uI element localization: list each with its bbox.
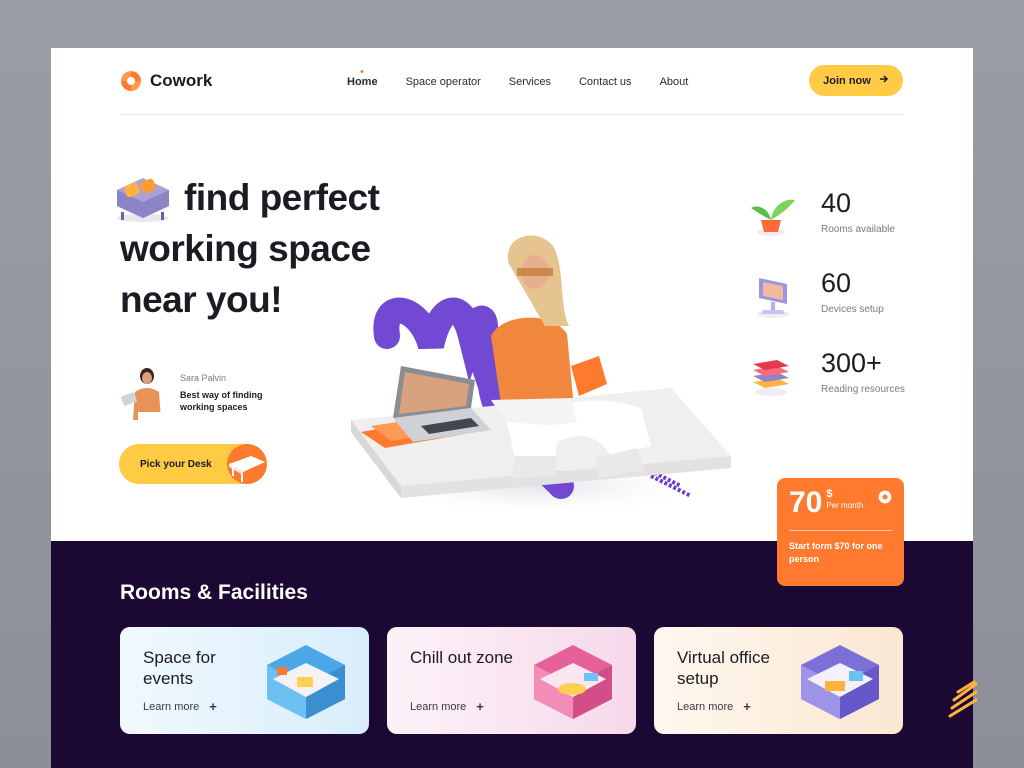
arrow-right-icon: [879, 74, 889, 87]
testimonial-name: Sara Palvin: [180, 373, 227, 383]
books-icon: [747, 348, 799, 400]
hero-title-line-3: near you!: [120, 279, 283, 320]
testimonial-text: Best way of finding working spaces: [180, 390, 263, 412]
stat-resources-value: 300+: [821, 348, 882, 378]
plus-icon: +: [476, 699, 484, 714]
logo[interactable]: Cowork: [120, 70, 212, 92]
card-space-for-events[interactable]: Space for events Learn more +: [120, 627, 369, 734]
card-chill-out-zone[interactable]: Chill out zone Learn more +: [387, 627, 636, 734]
office-room-icon: [795, 635, 885, 730]
stat-devices-label: Devices setup: [821, 304, 884, 315]
card-virtual-office-setup[interactable]: Virtual office setup Learn more +: [654, 627, 903, 734]
avatar: [120, 364, 170, 422]
learn-more-link[interactable]: Learn more +: [410, 699, 484, 714]
learn-more-link[interactable]: Learn more +: [143, 699, 217, 714]
pricing-card[interactable]: 70 $ Per month Start form $70 for one pe…: [777, 478, 904, 586]
nav-item-space-operator[interactable]: Space operator: [406, 76, 481, 88]
nav-item-about[interactable]: About: [660, 76, 689, 88]
price-period: Per month: [826, 501, 864, 510]
hero-illustration: [341, 186, 741, 516]
learn-more-label: Learn more: [410, 700, 467, 713]
nav-item-contact-us[interactable]: Contact us: [579, 76, 632, 88]
card-title: Space for events: [143, 648, 216, 688]
plus-icon: +: [209, 699, 217, 714]
facilities-title: Rooms & Facilities: [120, 581, 308, 604]
price-currency: $: [826, 488, 833, 500]
testimonial: Sara Palvin Best way of finding working …: [120, 364, 280, 422]
nav-item-home[interactable]: Home: [347, 76, 378, 88]
stat-resources-label: Reading resources: [821, 384, 905, 395]
join-now-label: Join now: [823, 74, 871, 87]
logo-icon: [120, 70, 142, 92]
desk-icon: [227, 444, 267, 484]
event-room-icon: [261, 635, 351, 730]
stat-devices: 60 Devices setup: [747, 268, 884, 320]
main-nav: Home Space operator Services Contact us …: [347, 76, 688, 88]
learn-more-label: Learn more: [677, 700, 734, 713]
hero-title-line-2: working space: [120, 228, 371, 269]
join-now-button[interactable]: Join now: [809, 65, 903, 96]
price-description: Start form $70 for one person: [789, 541, 883, 564]
learn-more-label: Learn more: [143, 700, 200, 713]
stat-resources: 300+ Reading resources: [747, 348, 905, 400]
lounge-room-icon: [528, 635, 618, 730]
plant-icon: [747, 188, 799, 240]
brand-mark-icon: [878, 490, 892, 509]
nav-item-services[interactable]: Services: [509, 76, 551, 88]
stat-rooms-label: Rooms available: [821, 224, 895, 235]
pick-your-desk-button[interactable]: Pick your Desk: [119, 444, 267, 484]
stat-rooms: 40 Rooms available: [747, 188, 895, 240]
landing-page: Cowork Home Space operator Services Cont…: [51, 48, 973, 768]
header-divider: [120, 114, 904, 115]
price-divider: [789, 530, 892, 531]
price-amount: 70: [789, 486, 823, 519]
decorative-stripes-icon: [948, 676, 978, 725]
pick-your-desk-label: Pick your Desk: [140, 458, 212, 470]
card-title: Chill out zone: [410, 648, 514, 667]
computer-icon: [747, 268, 799, 320]
logo-text: Cowork: [150, 71, 213, 90]
stat-rooms-value: 40: [821, 188, 852, 218]
stat-devices-value: 60: [821, 268, 852, 298]
plus-icon: +: [743, 699, 751, 714]
learn-more-link[interactable]: Learn more +: [677, 699, 751, 714]
card-title: Virtual office setup: [677, 648, 770, 688]
